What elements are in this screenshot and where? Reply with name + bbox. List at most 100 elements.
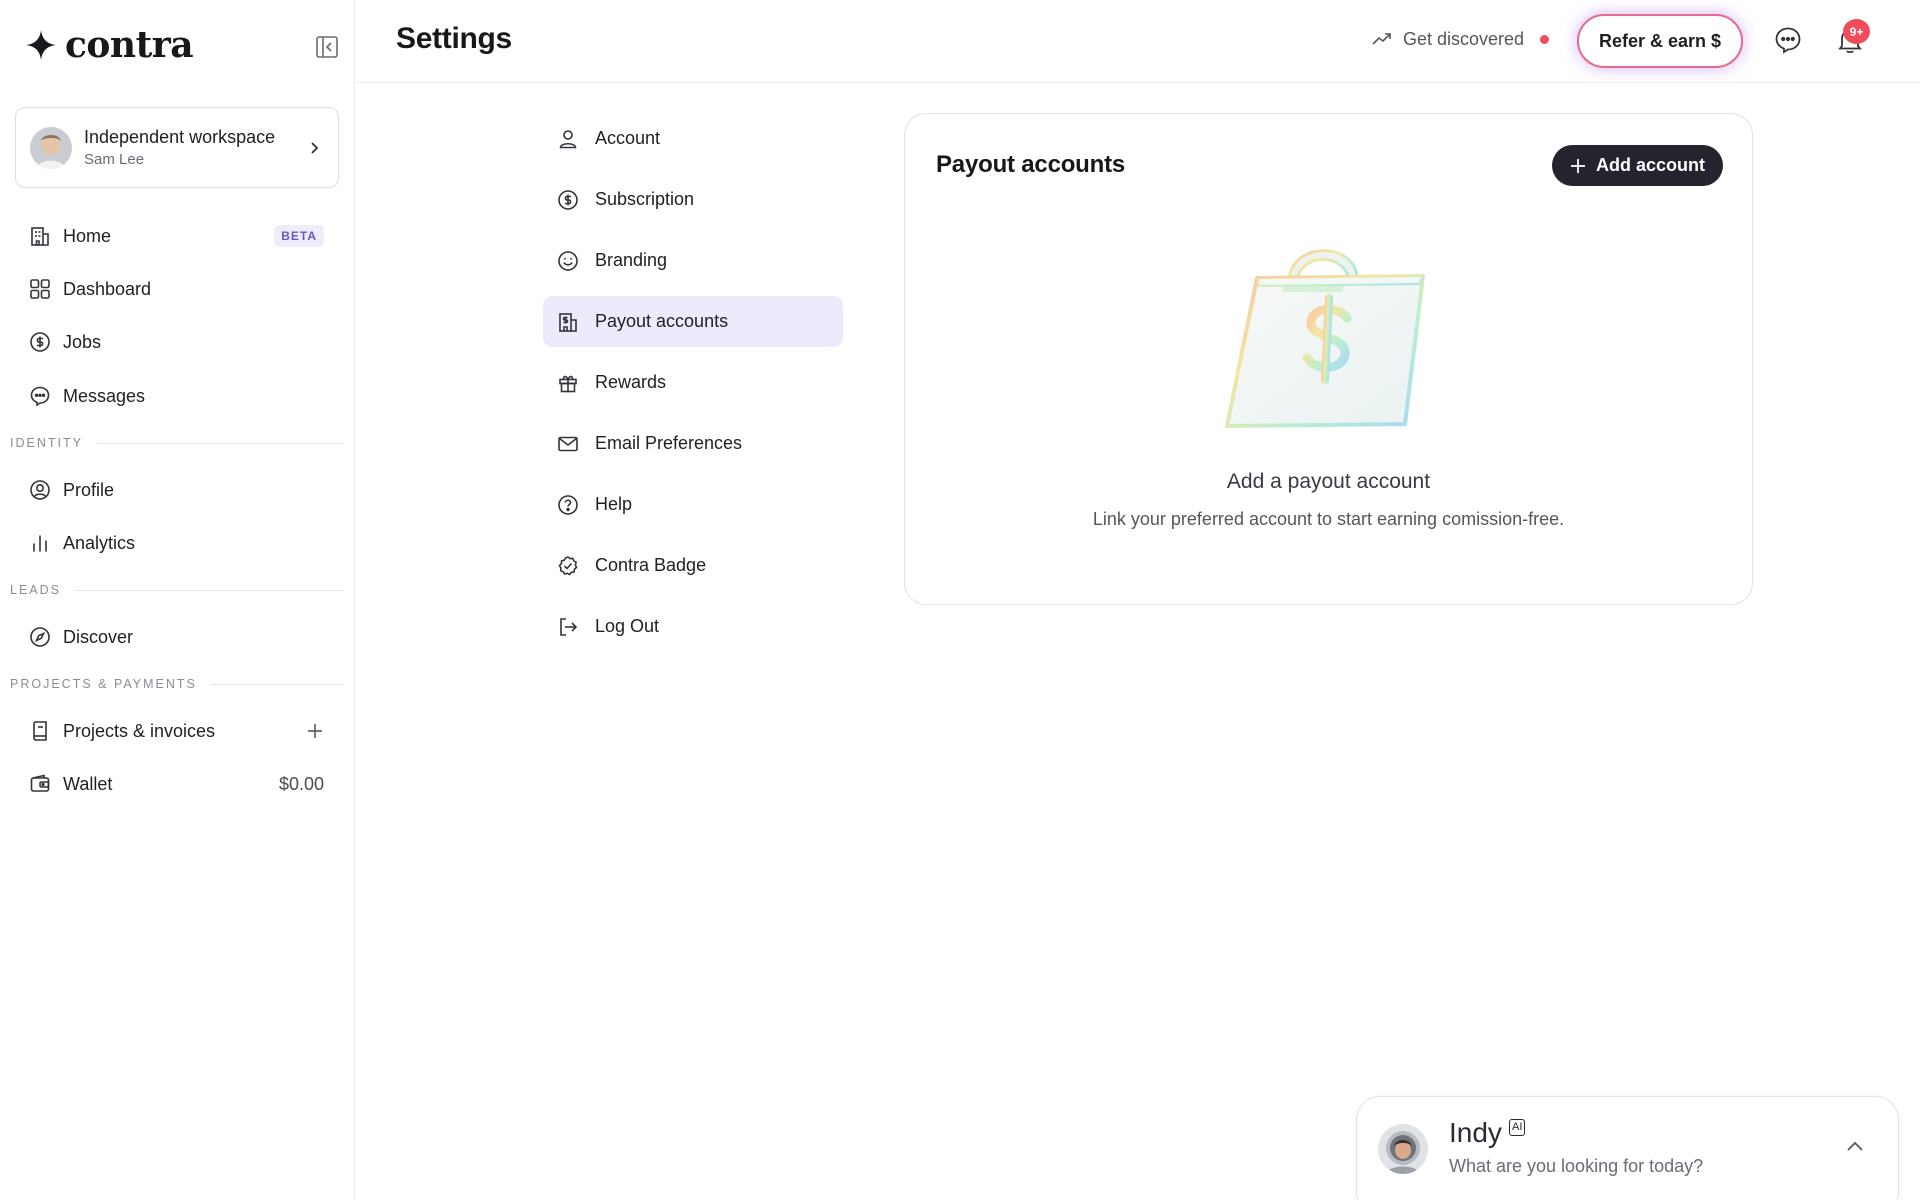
invoice-icon: [29, 720, 51, 742]
ai-badge: AI: [1509, 1119, 1526, 1136]
sidebar-item-wallet[interactable]: Wallet $0.00: [14, 762, 340, 806]
sidebar-item-label: Wallet: [63, 773, 113, 794]
payout-bag-illustration: [1225, 249, 1425, 428]
get-discovered-label: Get discovered: [1403, 28, 1525, 49]
chevron-up-icon[interactable]: [1843, 1135, 1867, 1159]
payout-accounts-card: Payout accounts Add account Add a payout…: [904, 113, 1753, 605]
plus-icon[interactable]: [306, 722, 324, 740]
contra-logo[interactable]: contra: [25, 24, 194, 66]
settings-item-payout-accounts[interactable]: Payout accounts: [543, 296, 843, 347]
section-title: LEADS: [10, 583, 61, 597]
sidebar-item-home[interactable]: Home BETA: [14, 214, 340, 258]
badge-icon: [557, 555, 579, 577]
sidebar-item-discover[interactable]: Discover: [14, 615, 340, 659]
messages-icon: [29, 385, 51, 407]
beta-badge: BETA: [274, 225, 324, 247]
smile-icon: [557, 250, 579, 272]
sidebar-item-label: Discover: [63, 626, 134, 647]
bank-icon: [557, 311, 579, 333]
sidebar-item-label: Messages: [63, 385, 146, 406]
mail-icon: [557, 433, 579, 455]
collapse-sidebar-button[interactable]: [314, 34, 340, 60]
settings-item-account[interactable]: Account: [543, 113, 843, 164]
sidebar-item-label: Home: [63, 225, 112, 246]
section-leads: LEADS: [10, 583, 344, 597]
chat-button[interactable]: [1772, 24, 1804, 56]
empty-state-title: Add a payout account: [1226, 470, 1431, 493]
get-discovered-link[interactable]: Get discovered: [1371, 28, 1550, 50]
settings-item-contra-badge[interactable]: Contra Badge: [543, 540, 843, 591]
sidebar-item-label: Jobs: [63, 331, 102, 352]
brand-name: contra: [65, 24, 194, 66]
add-account-button[interactable]: Add account: [1552, 145, 1723, 186]
workspace-title: Independent workspace: [84, 126, 276, 147]
dollar-circle-icon: [29, 331, 51, 353]
chat-icon: [1775, 27, 1801, 54]
sidebar-item-messages[interactable]: Messages: [14, 374, 340, 418]
sidebar-item-analytics[interactable]: Analytics: [14, 521, 340, 565]
divider: [75, 589, 344, 591]
settings-item-label: Rewards: [595, 372, 667, 392]
indy-prompt: What are you looking for today?: [1449, 1156, 1704, 1176]
sidebar-item-dashboard[interactable]: Dashboard: [14, 267, 340, 311]
sidebar: contra Independent workspace Sam Lee Hom…: [0, 0, 355, 1200]
divider: [210, 683, 344, 685]
settings-item-label: Payout accounts: [595, 311, 729, 331]
logout-icon: [557, 616, 579, 638]
sidebar-item-label: Profile: [63, 479, 115, 500]
trending-up-icon: [1372, 33, 1391, 45]
gift-icon: [557, 372, 579, 394]
plus-icon: [1570, 158, 1585, 173]
card-title: Payout accounts: [936, 151, 1126, 178]
sidebar-collapse-icon: [316, 36, 338, 58]
settings-item-label: Account: [595, 128, 661, 148]
settings-item-subscription[interactable]: Subscription: [543, 174, 843, 225]
sidebar-item-projects-invoices[interactable]: Projects & invoices: [14, 709, 340, 753]
workspace-user: Sam Lee: [84, 150, 145, 168]
avatar: [30, 126, 72, 169]
settings-item-rewards[interactable]: Rewards: [543, 357, 843, 408]
help-icon: [557, 494, 579, 516]
add-account-label: Add account: [1595, 155, 1705, 175]
indy-assistant-widget[interactable]: Indy AI What are you looking for today?: [1356, 1096, 1899, 1200]
settings-item-log-out[interactable]: Log Out: [543, 601, 843, 652]
wallet-balance: $0.00: [278, 773, 324, 794]
settings-item-email-preferences[interactable]: Email Preferences: [543, 418, 843, 469]
section-identity: IDENTITY: [10, 436, 344, 450]
settings-item-label: Log Out: [595, 616, 660, 636]
header-divider: [356, 82, 1920, 83]
sidebar-item-label: Dashboard: [63, 278, 152, 299]
settings-item-label: Subscription: [595, 189, 695, 209]
indy-avatar: [1378, 1124, 1428, 1174]
dollar-circle-icon: [557, 189, 579, 211]
contra-star-icon: [26, 30, 56, 60]
wallet-icon: [29, 773, 51, 795]
indy-name: Indy: [1449, 1117, 1502, 1148]
page-title: Settings: [396, 22, 512, 55]
status-dot: [1540, 34, 1550, 44]
home-icon: [29, 225, 51, 247]
refer-and-earn-button[interactable]: Refer & earn $: [1577, 14, 1743, 68]
settings-item-label: Email Preferences: [595, 433, 743, 453]
settings-item-branding[interactable]: Branding: [543, 235, 843, 286]
chevron-right-icon: [311, 141, 319, 154]
empty-state-subtitle: Link your preferred account to start ear…: [1092, 509, 1565, 529]
compass-icon: [29, 626, 51, 648]
settings-item-label: Branding: [595, 250, 668, 270]
sidebar-item-jobs[interactable]: Jobs: [14, 320, 340, 364]
workspace-switcher[interactable]: Independent workspace Sam Lee: [15, 107, 339, 188]
sidebar-item-label: Projects & invoices: [63, 720, 216, 741]
notification-count-badge: 9+: [1843, 19, 1870, 44]
dashboard-icon: [29, 278, 51, 300]
section-title: IDENTITY: [10, 436, 83, 450]
analytics-icon: [29, 532, 51, 554]
sidebar-item-profile[interactable]: Profile: [14, 468, 340, 512]
profile-icon: [29, 479, 51, 501]
user-icon: [557, 128, 579, 150]
settings-item-help[interactable]: Help: [543, 479, 843, 530]
section-projects-payments: PROJECTS & PAYMENTS: [10, 677, 344, 691]
sidebar-item-label: Analytics: [63, 532, 136, 553]
settings-item-label: Contra Badge: [595, 555, 707, 575]
section-title: PROJECTS & PAYMENTS: [10, 677, 197, 691]
divider: [96, 442, 344, 444]
